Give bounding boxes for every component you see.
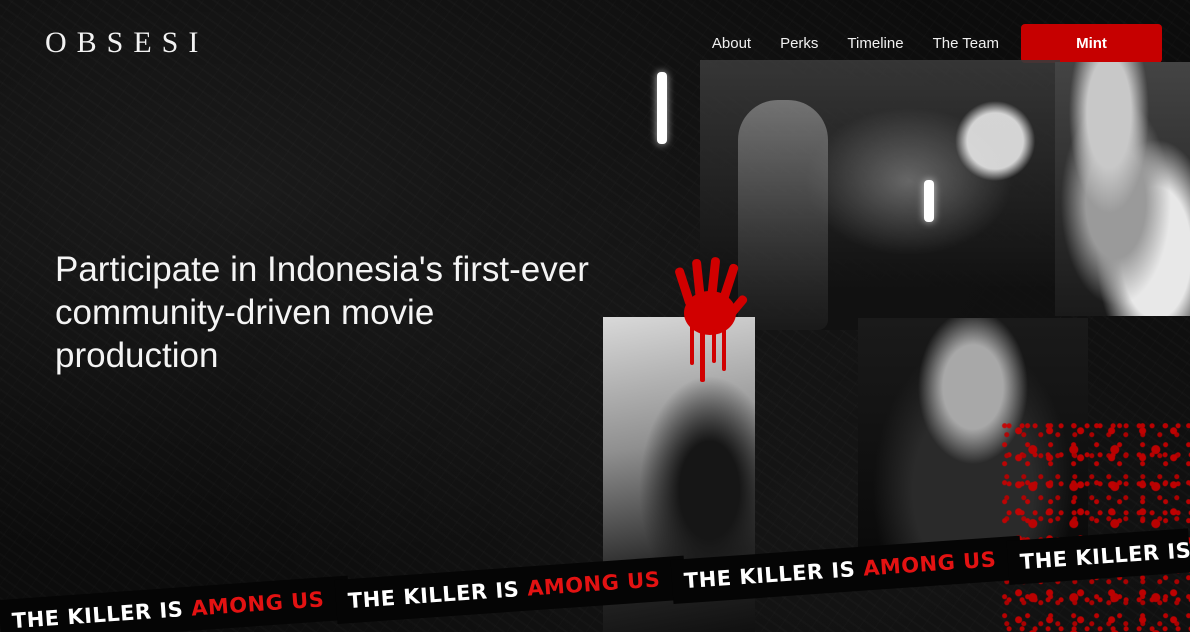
hero-headline: Participate in Indonesia's first-ever co… bbox=[55, 248, 595, 377]
bloody-handprint-icon bbox=[675, 257, 748, 382]
banner-red-text: AMONG US bbox=[862, 547, 998, 581]
main-nav: About Perks Timeline The Team Mint bbox=[712, 24, 1162, 63]
figure-silhouette bbox=[738, 100, 828, 330]
hero-text-before: Participate in Indonesia's first-ever bbox=[55, 250, 589, 289]
banner-white-text: THE KILLER IS bbox=[683, 557, 857, 594]
banner-red-text: AMONG US bbox=[526, 567, 662, 601]
mint-button[interactable]: Mint bbox=[1021, 24, 1162, 63]
nav-link-about[interactable]: About bbox=[712, 35, 751, 52]
nav-link-the-team[interactable]: The Team bbox=[933, 35, 999, 52]
neon-light-2 bbox=[924, 180, 934, 222]
photo-victims-corridor bbox=[700, 60, 1060, 330]
banner-white-text: THE KILLER IS bbox=[347, 577, 521, 614]
nav-link-perks[interactable]: Perks bbox=[780, 35, 818, 52]
neon-light-1 bbox=[657, 72, 667, 144]
banner-white-text: THE KILLER IS bbox=[11, 597, 185, 632]
blood-splatter bbox=[1000, 420, 1190, 632]
site-logo[interactable]: OBSESI bbox=[45, 26, 208, 60]
photo-hand-over-mouth bbox=[1055, 62, 1190, 316]
hero-highlight: community-driven bbox=[55, 291, 331, 334]
banner-white-text: THE KILLER IS bbox=[1019, 538, 1190, 575]
nav-link-timeline[interactable]: Timeline bbox=[847, 35, 903, 52]
banner-red-text: AMONG US bbox=[190, 587, 326, 621]
hero-highlight-text: community-driven bbox=[55, 293, 332, 332]
